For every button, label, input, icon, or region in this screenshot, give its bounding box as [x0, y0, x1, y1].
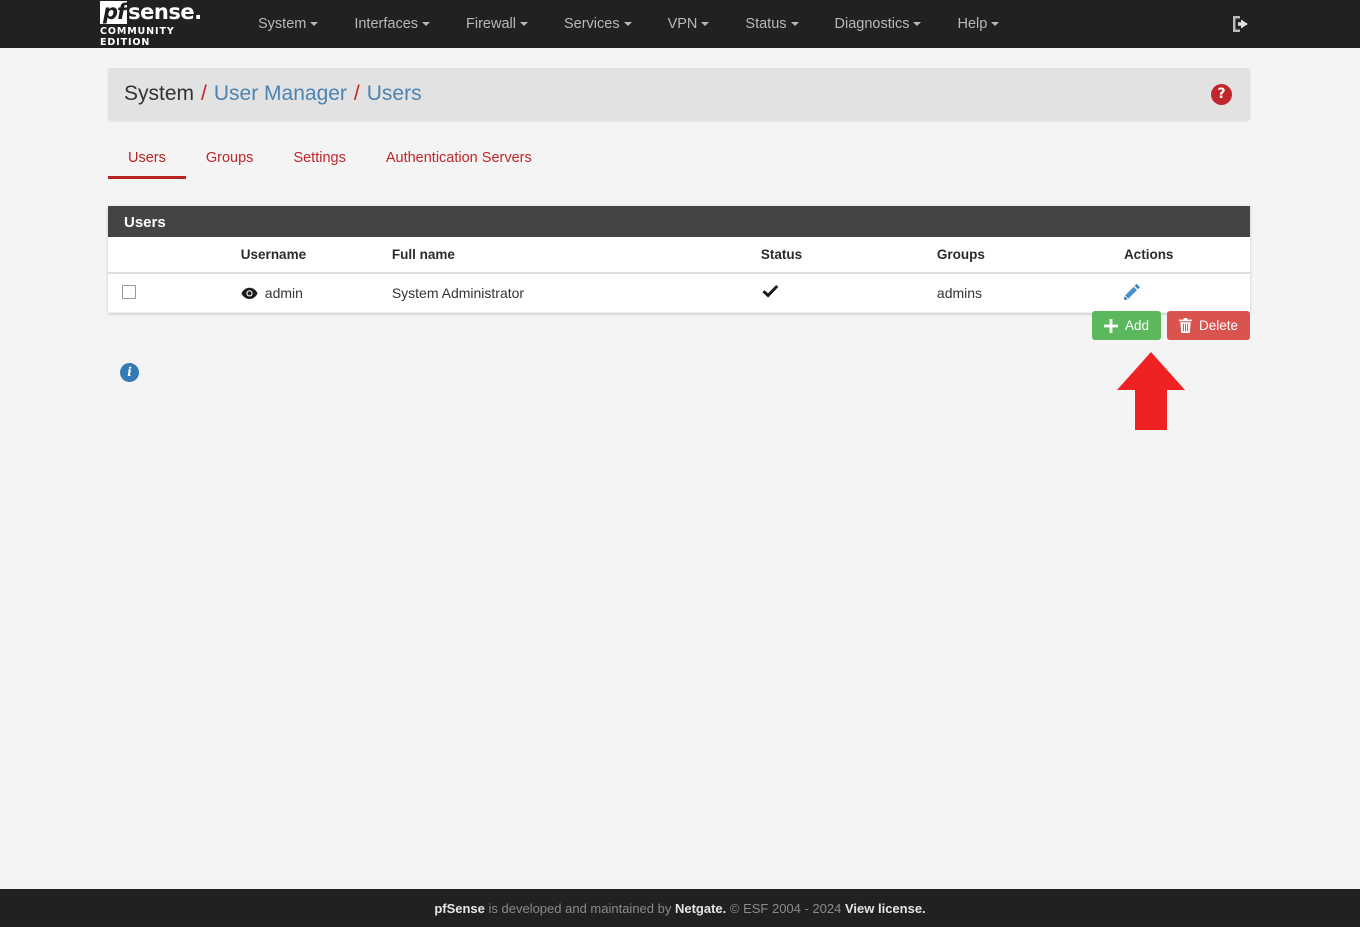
nav-item-help[interactable]: Help — [939, 0, 1017, 48]
nav-label-help: Help — [957, 16, 988, 32]
add-button[interactable]: Add — [1091, 311, 1161, 340]
username-wrapper: admin — [241, 285, 386, 301]
column-header-actions: Actions — [1117, 237, 1250, 274]
users-panel: Users Username Full name Status Groups A… — [108, 206, 1250, 313]
breadcrumb-separator: / — [353, 82, 360, 105]
delete-button[interactable]: Delete — [1166, 311, 1250, 340]
plus-icon — [1103, 318, 1118, 333]
trash-icon — [1178, 318, 1192, 333]
footer-copyright: © ESF 2004 - 2024 — [726, 900, 845, 916]
column-header-groups: Groups — [930, 237, 1118, 274]
navbar-right-group — [1230, 14, 1252, 34]
nav-label-firewall: Firewall — [466, 16, 516, 32]
username-text: admin — [264, 285, 303, 301]
action-button-row: Add Delete — [108, 311, 1250, 340]
column-header-fullname: Full name — [391, 237, 755, 274]
eye-icon — [241, 287, 258, 299]
table-body: admin System Administrator admins — [108, 273, 1250, 313]
add-button-label: Add — [1124, 317, 1149, 333]
arrow-up-annotation-icon — [1117, 352, 1185, 430]
nav-label-services: Services — [563, 16, 620, 32]
table-head: Username Full name Status Groups Actions — [108, 237, 1250, 274]
nav-item-firewall[interactable]: Firewall — [448, 0, 546, 48]
page-root: pf sense. COMMUNITY EDITION System Inter… — [0, 0, 1360, 927]
table-row[interactable]: admin System Administrator admins — [108, 273, 1250, 313]
page-footer: pfSense is developed and maintained by N… — [0, 889, 1360, 927]
row-username-cell: admin — [160, 273, 392, 313]
nav-label-status: Status — [745, 16, 787, 32]
top-navbar: pf sense. COMMUNITY EDITION System Inter… — [0, 0, 1360, 48]
chevron-down-icon — [422, 22, 431, 26]
tab-authentication-servers[interactable]: Authentication Servers — [366, 144, 552, 176]
status-check-icon — [762, 284, 779, 298]
breadcrumb-root: System — [124, 82, 195, 105]
pencil-edit-icon[interactable] — [1123, 283, 1141, 300]
tab-bar: Users Groups Settings Authentication Ser… — [108, 144, 1250, 182]
column-header-select — [108, 237, 161, 274]
nav-label-diagnostics: Diagnostics — [834, 16, 910, 32]
row-status-cell — [754, 273, 931, 313]
breadcrumb: System / User Manager / Users — [124, 82, 422, 106]
chevron-down-icon — [519, 22, 528, 26]
help-icon[interactable]: ? — [1211, 83, 1232, 105]
nav-label-interfaces: Interfaces — [354, 16, 419, 32]
logo-wordmark: pf sense. — [100, 0, 218, 24]
delete-button-label: Delete — [1198, 317, 1238, 333]
tab-users[interactable]: Users — [108, 144, 186, 179]
footer-company: Netgate. — [674, 900, 727, 916]
row-fullname-cell: System Administrator — [391, 273, 755, 313]
pfsense-logo[interactable]: pf sense. COMMUNITY EDITION — [100, 0, 218, 48]
breadcrumb-panel: System / User Manager / Users ? — [108, 68, 1250, 120]
logo-pf-badge: pf — [100, 0, 128, 24]
breadcrumb-separator: / — [201, 82, 207, 105]
breadcrumb-user-manager[interactable]: User Manager — [214, 82, 347, 106]
tab-groups[interactable]: Groups — [186, 144, 274, 176]
nav-label-system: System — [258, 16, 307, 32]
nav-item-services[interactable]: Services — [546, 0, 650, 48]
chevron-down-icon — [790, 22, 799, 26]
tab-settings[interactable]: Settings — [273, 144, 365, 176]
panel-title: Users — [108, 206, 1250, 237]
view-license-link[interactable]: View license. — [845, 901, 926, 916]
breadcrumb-users[interactable]: Users — [367, 82, 422, 106]
chevron-down-icon — [913, 22, 922, 26]
footer-brand: pfSense — [434, 900, 485, 916]
footer-text: pfSense is developed and maintained by N… — [434, 901, 925, 916]
table-header-row: Username Full name Status Groups Actions — [108, 237, 1250, 274]
nav-item-diagnostics[interactable]: Diagnostics — [817, 0, 940, 48]
chevron-down-icon — [310, 22, 319, 26]
chevron-down-icon — [701, 22, 710, 26]
row-groups-cell: admins — [930, 273, 1118, 313]
logout-icon[interactable] — [1230, 14, 1252, 34]
nav-item-system[interactable]: System — [240, 0, 336, 48]
footer-mid: is developed and maintained by — [484, 900, 675, 916]
users-table: Username Full name Status Groups Actions — [108, 237, 1250, 313]
info-icon[interactable]: i — [120, 363, 139, 382]
nav-label-vpn: VPN — [667, 16, 698, 32]
navbar-menu: System Interfaces Firewall Services VPN … — [240, 0, 1017, 48]
row-actions-cell — [1117, 273, 1250, 313]
nav-item-interfaces[interactable]: Interfaces — [336, 0, 448, 48]
nav-item-vpn[interactable]: VPN — [650, 0, 728, 48]
row-checkbox[interactable] — [122, 284, 136, 299]
logo-sense-text: sense. — [128, 0, 202, 24]
row-select-cell — [108, 273, 161, 313]
nav-item-status[interactable]: Status — [727, 0, 816, 48]
chevron-down-icon — [991, 22, 1000, 26]
column-header-username: Username — [160, 237, 392, 274]
logo-subtitle: COMMUNITY EDITION — [100, 25, 175, 48]
column-header-status: Status — [754, 237, 931, 274]
chevron-down-icon — [623, 22, 632, 26]
